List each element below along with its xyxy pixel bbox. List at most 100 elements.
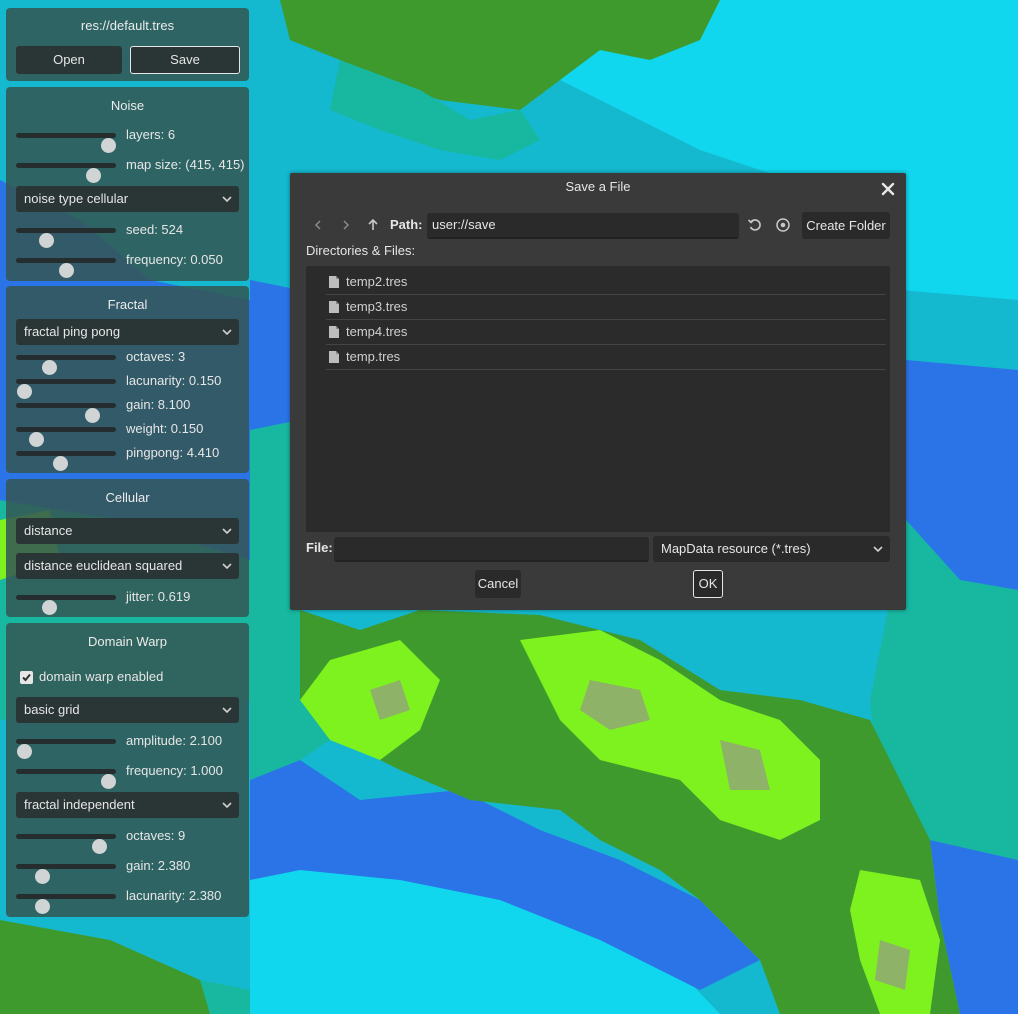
warp-fractal-type-value: fractal independent [24, 797, 135, 812]
file-name: temp2.tres [346, 274, 408, 289]
warp-octaves-slider-row: octaves: 9 [16, 824, 243, 854]
noise-panel-title: Noise [110, 98, 145, 113]
file-icon [328, 300, 340, 317]
warp-frequency-slider[interactable] [16, 769, 116, 789]
gain-label: gain: 8.100 [126, 397, 191, 412]
octaves-slider[interactable] [16, 355, 116, 375]
warp-octaves-slider[interactable] [16, 834, 116, 854]
domain-warp-type-select[interactable]: basic grid [16, 697, 239, 723]
layers-slider[interactable] [16, 133, 116, 153]
arrow-up-icon[interactable] [364, 217, 382, 233]
layers-slider-row: layers: 6 [16, 123, 243, 153]
path-input[interactable]: user://save [427, 213, 739, 239]
gain-slider[interactable] [16, 403, 116, 423]
list-item[interactable]: temp4.tres [326, 320, 886, 345]
map-size-slider-grabber[interactable] [86, 168, 101, 183]
file-name-input[interactable] [334, 537, 649, 562]
file-list[interactable]: temp2.tres temp3.tres temp4.tres temp.tr… [306, 266, 890, 532]
jitter-slider-grabber[interactable] [42, 600, 57, 615]
pingpong-label: pingpong: 4.410 [126, 445, 220, 460]
pingpong-slider[interactable] [16, 451, 116, 471]
file-name: temp.tres [346, 349, 401, 364]
jitter-slider[interactable] [16, 595, 116, 615]
file-name: temp4.tres [346, 324, 408, 339]
distance-function-value: distance euclidean squared [24, 558, 183, 573]
domain-warp-panel: Domain Warp domain warp enabled basic gr… [6, 623, 249, 917]
path-label: Path: [390, 217, 423, 232]
list-item[interactable]: temp.tres [326, 345, 886, 370]
weight-label: weight: 0.150 [126, 421, 204, 436]
dialog-title: Save a File [565, 179, 631, 194]
save-file-dialog: Save a File Path: user://save Create Fol… [290, 173, 906, 610]
seed-slider-row: seed: 524 [16, 218, 243, 248]
seed-slider-grabber[interactable] [39, 233, 54, 248]
fractal-type-select[interactable]: fractal ping pong [16, 319, 239, 345]
weight-slider[interactable] [16, 427, 116, 447]
noise-type-select[interactable]: noise type cellular [16, 186, 239, 212]
chevron-right-icon[interactable] [337, 217, 355, 233]
octaves-label: octaves: 3 [126, 349, 186, 364]
amplitude-slider-grabber[interactable] [17, 744, 32, 759]
cellular-return-type-select[interactable]: distance [16, 518, 239, 544]
frequency-slider-grabber[interactable] [59, 263, 74, 278]
eye-icon[interactable] [774, 217, 792, 233]
warp-lacunarity-slider-grabber[interactable] [35, 899, 50, 914]
warp-frequency-slider-grabber[interactable] [101, 774, 116, 789]
chevron-down-icon [221, 518, 233, 553]
chevron-down-icon [221, 792, 233, 827]
ok-button[interactable]: OK [693, 570, 723, 598]
warp-gain-slider[interactable] [16, 864, 116, 884]
cellular-panel-title: Cellular [105, 490, 150, 505]
warp-octaves-label: octaves: 9 [126, 828, 186, 843]
cancel-button[interactable]: Cancel [475, 570, 521, 598]
map-size-label: map size: (415, 415) [126, 157, 245, 172]
distance-function-select[interactable]: distance euclidean squared [16, 553, 239, 579]
chevron-down-icon [221, 553, 233, 588]
warp-octaves-slider-grabber[interactable] [92, 839, 107, 854]
warp-fractal-type-select[interactable]: fractal independent [16, 792, 239, 818]
file-filter-value: MapData resource (*.tres) [661, 541, 811, 556]
map-size-slider[interactable] [16, 163, 116, 183]
warp-lacunarity-slider[interactable] [16, 894, 116, 914]
chevron-down-icon [221, 697, 233, 732]
lacunarity-slider[interactable] [16, 379, 116, 399]
jitter-slider-row: jitter: 0.619 [16, 585, 243, 615]
create-folder-button[interactable]: Create Folder [802, 212, 890, 239]
noise-type-value: noise type cellular [24, 191, 129, 206]
gain-slider-row: gain: 8.100 [16, 393, 243, 423]
file-filter-select[interactable]: MapData resource (*.tres) [653, 536, 890, 562]
chevron-down-icon [872, 536, 884, 571]
file-icon [328, 325, 340, 342]
pingpong-slider-row: pingpong: 4.410 [16, 441, 243, 471]
domain-warp-enabled-checkbox[interactable]: domain warp enabled [20, 667, 163, 687]
file-label: File: [306, 540, 333, 555]
resource-path-title: res://default.tres [80, 18, 175, 33]
frequency-label: frequency: 0.050 [126, 252, 223, 267]
open-button[interactable]: Open [16, 46, 122, 74]
cellular-return-type-value: distance [24, 523, 73, 538]
save-button[interactable]: Save [130, 46, 240, 74]
directories-files-label: Directories & Files: [306, 243, 416, 258]
warp-lacunarity-label: lacunarity: 2.380 [126, 888, 222, 903]
chevron-left-icon[interactable] [309, 217, 327, 233]
domain-warp-type-value: basic grid [24, 702, 80, 717]
layers-slider-grabber[interactable] [101, 138, 116, 153]
warp-frequency-slider-row: frequency: 1.000 [16, 759, 243, 789]
amplitude-label: amplitude: 2.100 [126, 733, 223, 748]
list-item[interactable]: temp3.tres [326, 295, 886, 320]
refresh-icon[interactable] [746, 217, 764, 233]
amplitude-slider[interactable] [16, 739, 116, 759]
list-item[interactable]: temp2.tres [326, 270, 886, 295]
file-icon [328, 350, 340, 367]
file-panel: res://default.tres Open Save [6, 8, 249, 81]
warp-gain-slider-grabber[interactable] [35, 869, 50, 884]
close-icon[interactable] [880, 181, 896, 197]
checkmark-icon[interactable] [20, 671, 33, 685]
lacunarity-label: lacunarity: 0.150 [126, 373, 222, 388]
pingpong-slider-grabber[interactable] [53, 456, 68, 471]
fractal-panel-title: Fractal [107, 297, 148, 312]
noise-panel: Noise layers: 6 map size: (415, 415) noi… [6, 87, 249, 281]
domain-warp-enabled-label: domain warp enabled [39, 669, 164, 684]
seed-slider[interactable] [16, 228, 116, 248]
frequency-slider[interactable] [16, 258, 116, 278]
